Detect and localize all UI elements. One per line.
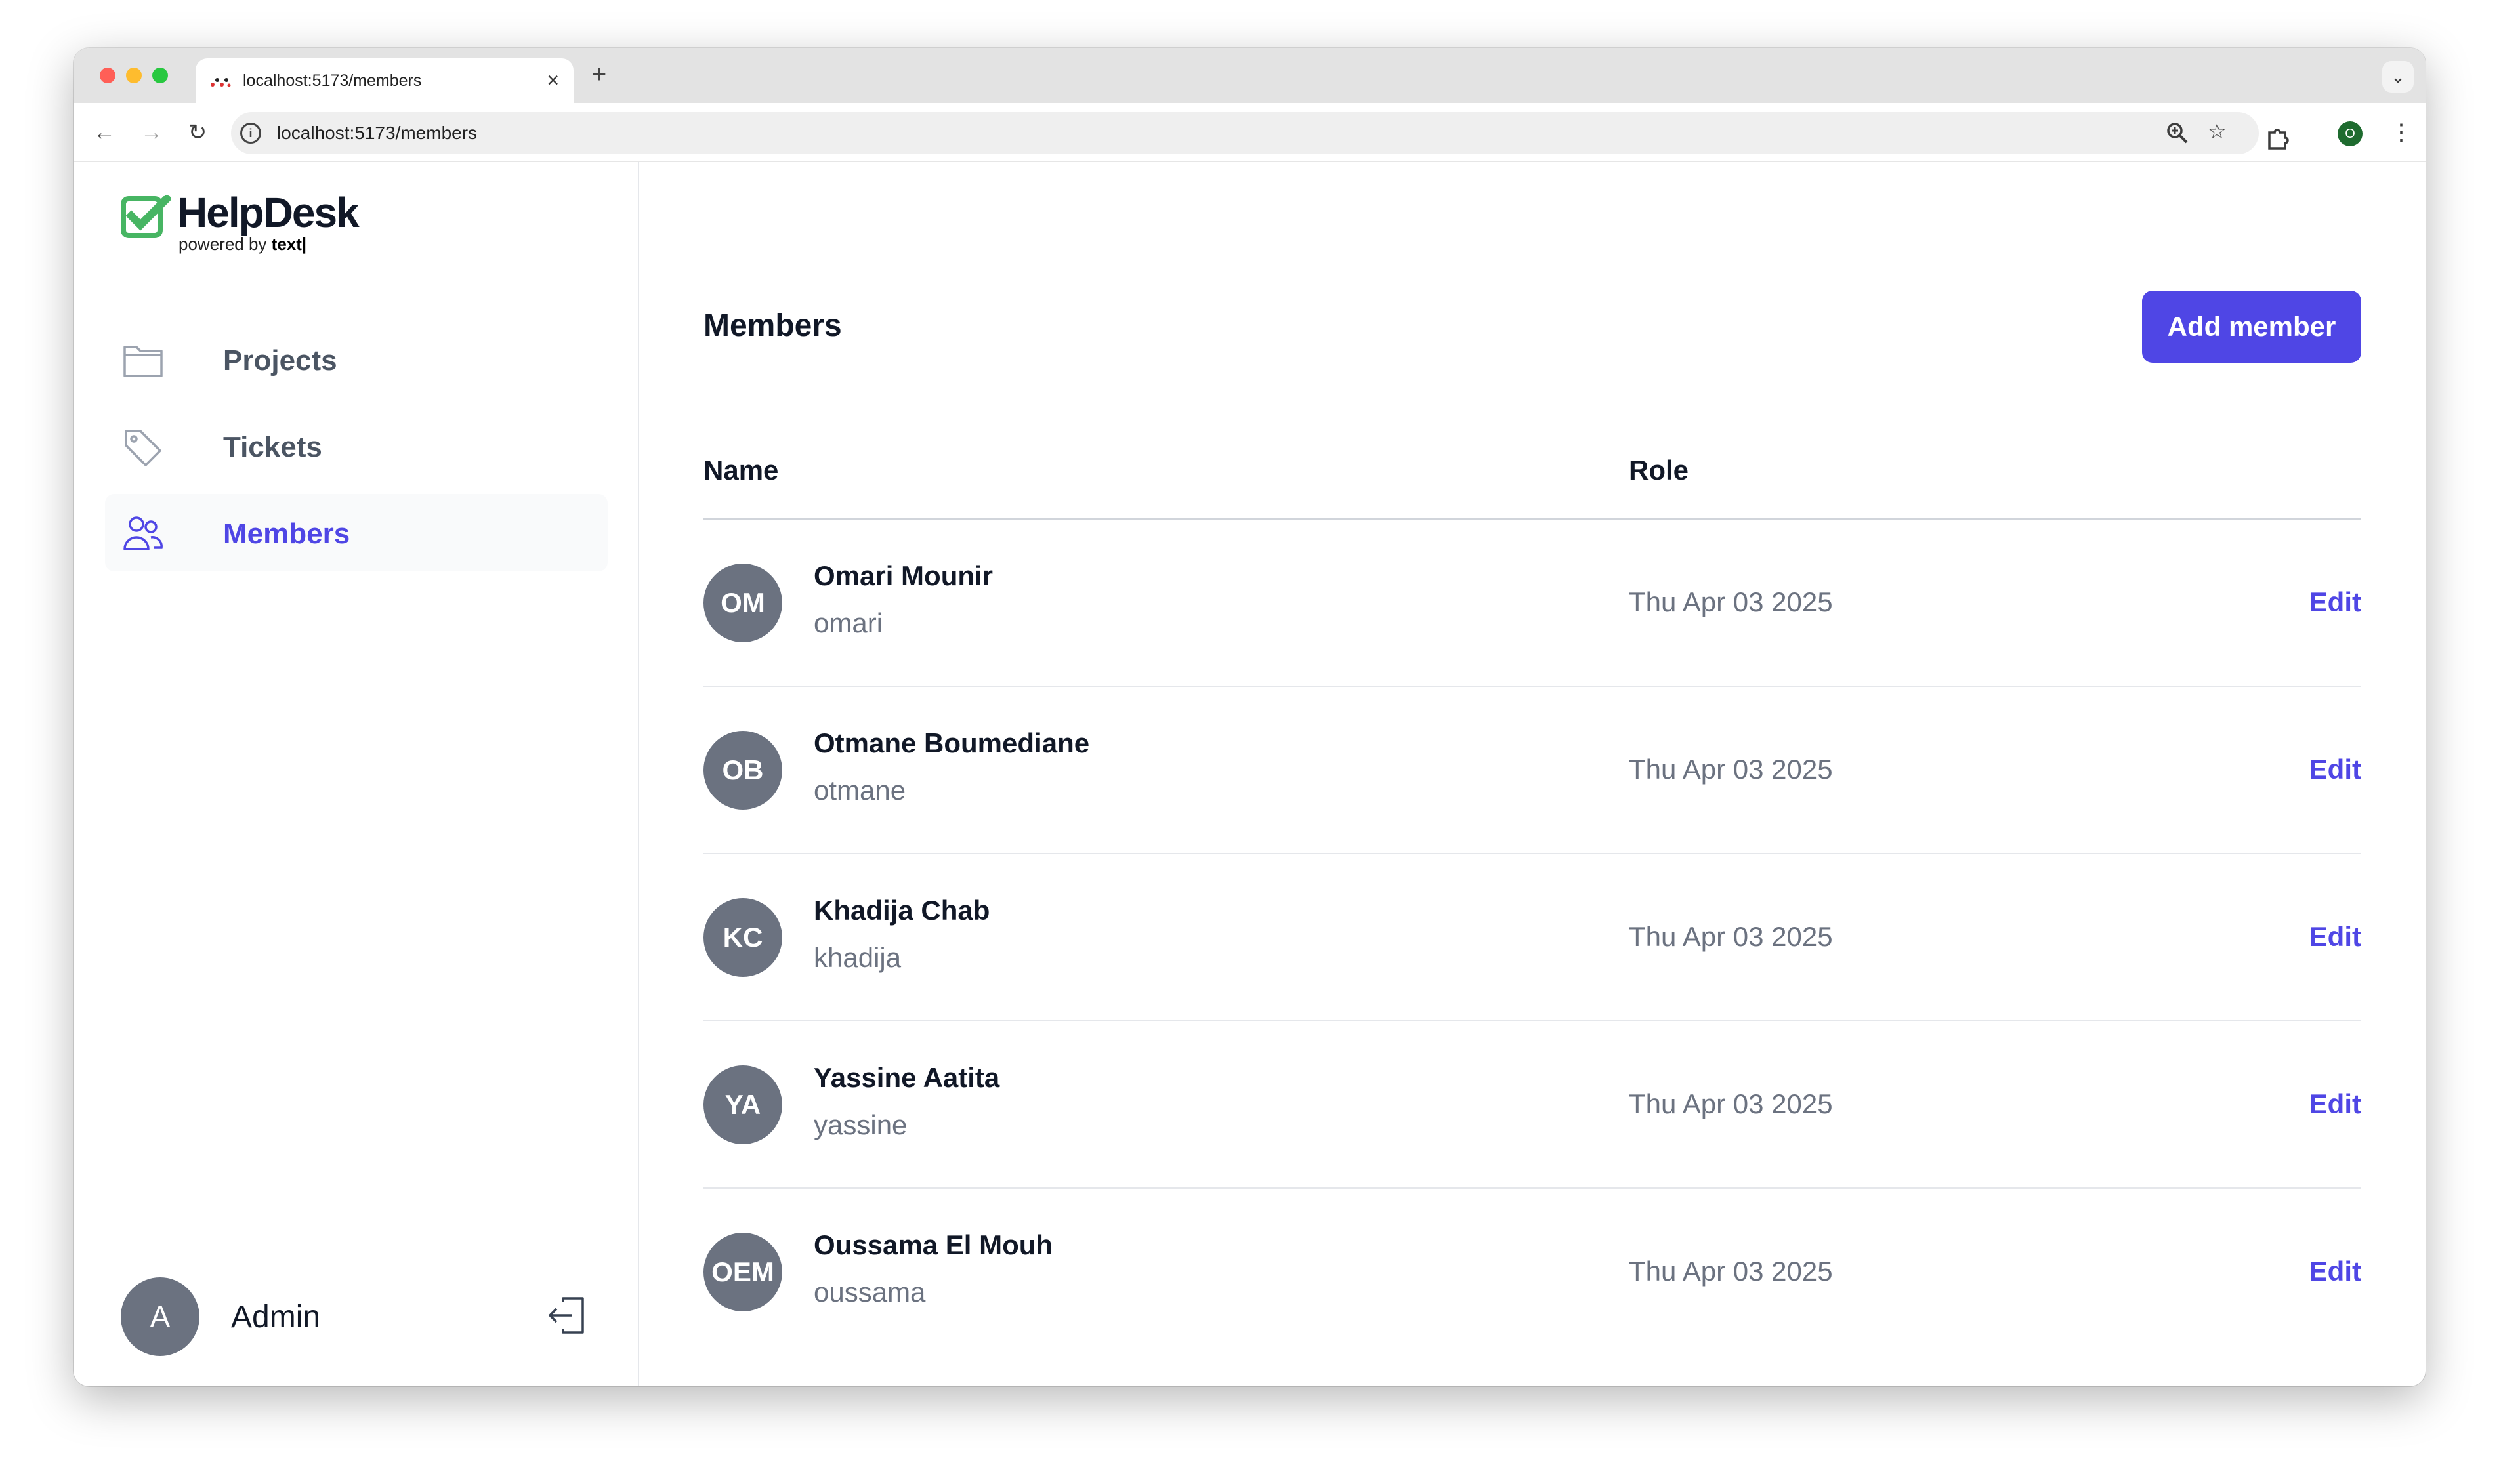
browser-toolbar: ← → ↻ i localhost:5173/members ☆ O ⋮ [74, 103, 2426, 162]
maximize-window-button[interactable] [152, 68, 168, 83]
member-name: Khadija Chab [814, 895, 990, 926]
edit-link[interactable]: Edit [2309, 754, 2361, 785]
bookmark-star-icon[interactable]: ☆ [2208, 119, 2227, 144]
member-username: omari [814, 608, 883, 638]
member-username: yassine [814, 1109, 908, 1140]
folder-icon [123, 346, 163, 377]
page-title: Members [704, 308, 842, 343]
column-header-role: Role [1629, 455, 1689, 485]
member-role-date: Thu Apr 03 2025 [1629, 1088, 1833, 1119]
sidebar-item-members[interactable]: Members [105, 494, 608, 571]
edit-link[interactable]: Edit [2309, 921, 2361, 953]
tab-title: localhost:5173/members [243, 72, 422, 90]
logo-check-icon [121, 195, 171, 238]
table-row: YA Yassine Aatita yassine Thu Apr 03 202… [704, 1021, 2361, 1189]
column-header-name: Name [704, 455, 779, 485]
member-avatar: YA [704, 1065, 782, 1144]
new-tab-button[interactable]: + [592, 61, 606, 89]
member-name: Yassine Aatita [814, 1062, 1000, 1093]
tab-search-chevron-icon[interactable]: ⌄ [2382, 61, 2414, 93]
member-name: Otmane Boumediane [814, 728, 1090, 758]
browser-window: localhost:5173/members × + ⌄ ← → ↻ i loc… [74, 48, 2426, 1386]
extensions-icon[interactable] [2264, 120, 2290, 155]
site-info-icon[interactable]: i [240, 123, 261, 144]
address-url: localhost:5173/members [277, 123, 478, 143]
sidebar-item-label: Tickets [223, 431, 322, 463]
add-member-button[interactable]: Add member [2142, 291, 2361, 363]
member-role-date: Thu Apr 03 2025 [1629, 587, 1833, 617]
member-role-date: Thu Apr 03 2025 [1629, 921, 1833, 952]
member-role-date: Thu Apr 03 2025 [1629, 754, 1833, 785]
table-row: OB Otmane Boumediane otmane Thu Apr 03 2… [704, 687, 2361, 854]
member-role-date: Thu Apr 03 2025 [1629, 1256, 1833, 1287]
tag-icon [125, 430, 161, 466]
table-row: OM Omari Mounir omari Thu Apr 03 2025 Ed… [704, 520, 2361, 687]
member-username: otmane [814, 775, 906, 806]
main-content: Members Add member Name Role OM Omari Mo… [639, 162, 2426, 1386]
favicon-icon [211, 78, 231, 87]
forward-arrow-icon[interactable]: → [134, 115, 169, 150]
sidebar-item-label: Members [223, 518, 350, 550]
member-avatar: KC [704, 898, 782, 977]
browser-menu-icon[interactable]: ⋮ [2390, 115, 2412, 150]
edit-link[interactable]: Edit [2309, 1256, 2361, 1287]
tab-strip: localhost:5173/members × + ⌄ [74, 48, 2426, 103]
profile-avatar[interactable]: O [2338, 121, 2362, 146]
sidebar: HelpDesk powered by text| Projects Ticke… [74, 162, 639, 1386]
logo-powered-prefix: powered by [178, 234, 272, 254]
users-icon [123, 516, 163, 550]
logout-icon[interactable] [546, 1294, 588, 1336]
member-name: Omari Mounir [814, 560, 994, 591]
logo-powered-by: powered by text| [178, 234, 306, 255]
member-username: khadija [814, 942, 902, 973]
edit-link[interactable]: Edit [2309, 587, 2361, 618]
sidebar-item-projects[interactable]: Projects [105, 321, 608, 398]
logo-name: HelpDesk [177, 189, 360, 236]
table-row: KC Khadija Chab khadija Thu Apr 03 2025 … [704, 854, 2361, 1021]
address-bar[interactable]: i localhost:5173/members ☆ [231, 112, 2259, 154]
browser-tab[interactable]: localhost:5173/members × [196, 58, 574, 103]
member-avatar: OM [704, 564, 782, 642]
sidebar-item-tickets[interactable]: Tickets [105, 407, 608, 485]
table-row: OEM Oussama El Mouh oussama Thu Apr 03 2… [704, 1189, 2361, 1356]
member-avatar: OEM [704, 1233, 782, 1311]
minimize-window-button[interactable] [126, 68, 142, 83]
user-name: Admin [231, 1300, 321, 1334]
member-name: Oussama El Mouh [814, 1229, 1053, 1260]
user-avatar[interactable]: A [121, 1277, 200, 1356]
logo-powered-brand: text| [271, 234, 307, 254]
close-window-button[interactable] [100, 68, 116, 83]
member-avatar: OB [704, 731, 782, 810]
edit-link[interactable]: Edit [2309, 1088, 2361, 1120]
back-arrow-icon[interactable]: ← [87, 115, 122, 150]
app: HelpDesk powered by text| Projects Ticke… [74, 162, 2426, 1386]
sidebar-item-label: Projects [223, 344, 337, 377]
zoom-icon[interactable] [2166, 121, 2189, 145]
member-username: oussama [814, 1277, 926, 1308]
tab-close-icon[interactable]: × [547, 68, 559, 93]
reload-icon[interactable]: ↻ [180, 115, 215, 150]
